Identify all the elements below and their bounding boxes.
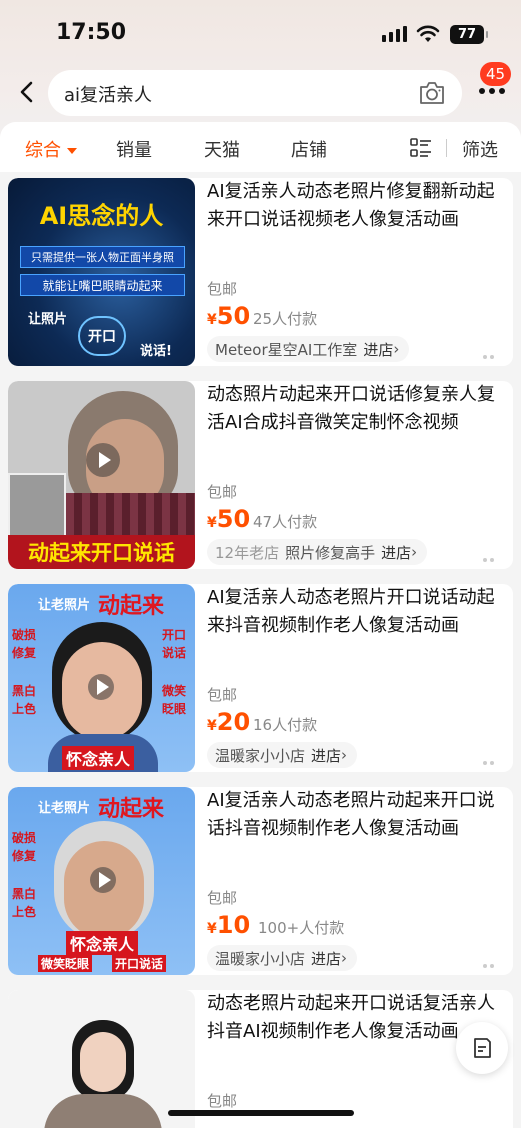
message-badge: 45 [480,62,512,86]
search-query: ai复活亲人 [64,85,153,106]
shop-name: 温暖家小小店 [215,746,306,765]
camera-icon[interactable] [418,80,446,106]
enter-shop-label: 进店 [363,340,394,359]
more-options-icon[interactable] [483,953,503,968]
thumb-line2: 就能让嘴巴眼睛动起来 [20,274,185,296]
product-thumbnail[interactable]: 让老照片 动起来 破损 修复 黑白 上色 开口 说话 微笑 眨眼 怀念亲人 [8,584,195,772]
shop-link[interactable]: 温暖家小小店 进店 › [207,945,358,971]
shop-link[interactable]: 温暖家小小店 进店 › [207,742,358,768]
feedback-button[interactable] [456,1022,508,1074]
product-title[interactable]: AI复活亲人动态老照片修复翻新动起来开口说话视频老人像复活动画 [207,178,507,234]
shipping-label: 包邮 [207,889,238,907]
thumb-top-small: 让老照片 [38,801,91,816]
paid-count: 47人付款 [253,513,318,531]
more-options-icon[interactable] [483,344,503,359]
back-icon[interactable] [14,78,42,106]
tab-shops[interactable]: 店铺 [291,136,327,162]
product-price: ¥10 [207,911,251,939]
enter-shop-label: 进店 [311,746,342,765]
product-card[interactable]: 让老照片 动起来 破损 修复 黑白 上色 开口 说话 微笑 眨眼 怀念亲人 AI复活亲人动态… [8,584,513,772]
paid-count: 16人付款 [253,716,318,734]
more-icon[interactable] [478,86,506,96]
portrait-clothes [44,1094,162,1128]
product-thumbnail[interactable]: 动起来开口说话 [8,381,195,569]
chevron-right-icon: › [393,340,400,358]
product-thumbnail[interactable] [8,990,195,1128]
shipping-label: 包邮 [207,280,238,298]
product-price: ¥20 [207,708,251,736]
portrait-face [80,1032,126,1092]
search-bar-row: ai复活亲人 [0,68,521,116]
thumb-line1: 只需提供一张人物正面半身照 [20,246,185,268]
thumb-top-big: 动起来 [98,594,165,619]
product-title[interactable]: 动态照片动起来开口说话修复亲人复活AI合成抖音微笑定制怀念视频 [207,381,507,437]
shop-name: Meteor星空AI工作室 [215,340,358,359]
product-card[interactable]: AI思念的人 只需提供一张人物正面半身照 就能让嘴巴眼睛动起来 让照片 开口 说… [8,178,513,366]
signal-icon [382,26,407,42]
tab-sales[interactable]: 销量 [116,136,152,162]
thumb-bottom3: 开口说话 [112,955,167,972]
thumb-circle-text: 开口 [78,316,126,356]
chevron-right-icon: › [341,949,348,967]
wifi-icon [416,25,440,42]
shop-age: 12年老店 [215,543,280,562]
thumb-left-text: 让照片 [28,312,68,327]
more-options-icon[interactable] [483,750,503,765]
product-price: ¥50 [207,302,251,330]
shop-link[interactable]: 12年老店 照片修复高手 进店 › [207,539,428,565]
product-title[interactable]: AI复活亲人动态老照片开口说话动起来抖音视频制作老人像复活动画 [207,584,507,640]
filter-button[interactable]: 筛选 [462,136,498,162]
product-price: ¥50 [207,505,251,533]
shop-link[interactable]: Meteor星空AI工作室 进店 › [207,336,410,362]
thumb-bottom2: 微笑眨眼 [38,955,93,972]
thumb-left-labels: 破损 修复 黑白 上色 [12,831,37,919]
thumb-bottom: 怀念亲人 [66,931,139,955]
thumb-headline: AI思念的人 [39,202,164,230]
tab-label: 综合 [25,140,61,161]
product-title[interactable]: AI复活亲人动态老照片动起来开口说话抖音视频制作老人像复活动画 [207,787,507,843]
shop-name: 温暖家小小店 [215,949,306,968]
product-card[interactable]: 让老照片 动起来 破损 修复 黑白 上色 怀念亲人 微笑眨眼 开口说话 AI复活亲人动… [8,787,513,975]
home-indicator [168,1110,354,1116]
shipping-label: 包邮 [207,686,238,704]
product-card[interactable]: 动起来开口说话 动态照片动起来开口说话修复亲人复活AI合成抖音微笑定制怀念视频 … [8,381,513,569]
play-icon[interactable] [86,443,120,477]
thumb-right-text: 说话! [140,344,172,359]
chevron-right-icon: › [341,746,348,764]
more-options-icon[interactable] [483,547,503,562]
battery-indicator: 77 [450,25,488,44]
tab-comprehensive[interactable]: 综合 [25,136,77,162]
enter-shop-label: 进店 [311,949,342,968]
status-bar: 17:50 77 [0,0,521,66]
paid-count: 100+人付款 [258,919,345,937]
shipping-label: 包邮 [207,483,238,501]
thumb-bottom: 怀念亲人 [62,746,135,770]
old-photo-inset [8,473,66,539]
thumb-right-labels: 开口 说话 微笑 眨眼 [162,628,187,716]
thumb-top-big: 动起来 [98,797,165,822]
feedback-icon [474,1038,491,1058]
search-input[interactable]: ai复活亲人 [48,70,462,116]
thumb-banner: 动起来开口说话 [8,535,195,569]
divider [446,139,447,157]
shipping-label: 包邮 [207,1092,238,1110]
thumb-top-small: 让老照片 [38,598,91,613]
paid-count: 25人付款 [253,310,318,328]
caret-down-icon [67,148,77,154]
product-thumbnail[interactable]: 让老照片 动起来 破损 修复 黑白 上色 怀念亲人 微笑眨眼 开口说话 [8,787,195,975]
tab-tmall[interactable]: 天猫 [204,136,240,162]
product-card[interactable]: 动态老照片动起来开口说话复活亲人抖音AI视频制作老人像复活动画 包邮 [8,990,513,1128]
play-icon[interactable] [88,674,114,700]
shop-name: 照片修复高手 [285,543,376,562]
product-thumbnail[interactable]: AI思念的人 只需提供一张人物正面半身照 就能让嘴巴眼睛动起来 让照片 开口 说… [8,178,195,366]
status-time: 17:50 [56,20,127,45]
play-icon[interactable] [90,867,116,893]
enter-shop-label: 进店 [381,543,412,562]
chevron-right-icon: › [411,543,418,561]
thumb-left-labels: 破损 修复 黑白 上色 [12,628,37,716]
filter-bar: 综合 销量 天猫 店铺 筛选 [0,122,521,172]
list-view-icon[interactable] [410,138,432,158]
